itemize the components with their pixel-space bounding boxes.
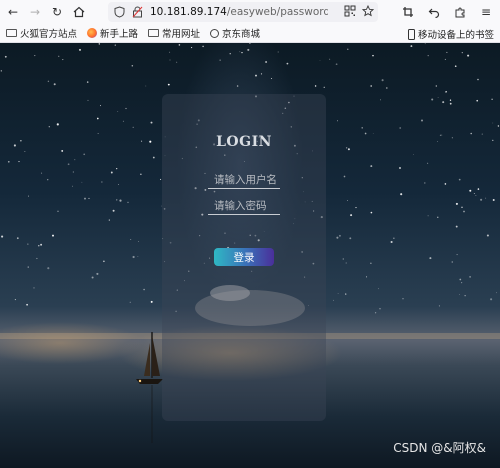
- extensions-icon[interactable]: [452, 3, 468, 21]
- watermark: CSDN @&阿权&: [393, 441, 486, 455]
- folder-icon: [148, 29, 160, 37]
- bookmark-label: 京东商城: [222, 29, 261, 40]
- sailboat: [136, 332, 163, 443]
- mobile-bookmarks[interactable]: 移动设备上的书签: [407, 27, 494, 41]
- bookmark-item[interactable]: 京东商城: [210, 26, 260, 40]
- folder-icon: [6, 29, 17, 37]
- bookmark-label: 新手上路: [100, 29, 139, 40]
- login-button[interactable]: 登录: [214, 248, 274, 266]
- home-icon[interactable]: [70, 3, 88, 21]
- bookmark-item[interactable]: 火狐官方站点: [6, 26, 77, 40]
- password-input[interactable]: [208, 197, 280, 215]
- page-viewport: LOGIN 登录 CSDN @&阿权&: [0, 43, 500, 468]
- username-input[interactable]: [208, 171, 280, 189]
- mobile-device-icon: [407, 28, 415, 40]
- login-title: LOGIN: [216, 134, 272, 150]
- mobile-bookmarks-label: 移动设备上的书签: [417, 30, 494, 41]
- firefox-icon: [87, 28, 98, 38]
- url-text[interactable]: 10.181.89.174/easyweb/password.php/log: [150, 6, 328, 18]
- bookmark-label: 常用网址: [162, 29, 201, 40]
- bookmark-label: 火狐官方站点: [20, 29, 78, 40]
- url-path: /easyweb/password.php/log: [226, 6, 328, 18]
- bookmark-star-icon[interactable]: [361, 4, 375, 20]
- url-host: 10.181.89.174: [150, 6, 227, 18]
- browser-toolbar: ← → ↻ 10.181.89.174/easyweb/password.php…: [0, 0, 500, 24]
- screenshot-crop-icon[interactable]: [400, 3, 416, 21]
- login-card: LOGIN 登录: [162, 94, 326, 421]
- menu-icon[interactable]: ≡: [478, 3, 494, 21]
- forward-icon[interactable]: →: [26, 3, 44, 21]
- bookmark-item[interactable]: 常用网址: [148, 26, 200, 40]
- undo-icon[interactable]: [426, 3, 442, 21]
- bookmark-item[interactable]: 新手上路: [87, 26, 138, 40]
- bookmarks-bar: 火狐官方站点 新手上路 常用网址 京东商城 移动设备上的书签: [0, 24, 500, 43]
- reload-icon[interactable]: ↻: [48, 3, 66, 21]
- address-bar[interactable]: 10.181.89.174/easyweb/password.php/log: [108, 2, 378, 22]
- shield-icon[interactable]: [112, 5, 126, 19]
- globe-icon: [210, 28, 220, 38]
- insecure-lock-icon[interactable]: [130, 5, 144, 19]
- back-icon[interactable]: ←: [4, 3, 22, 21]
- qr-code-icon[interactable]: [344, 5, 356, 20]
